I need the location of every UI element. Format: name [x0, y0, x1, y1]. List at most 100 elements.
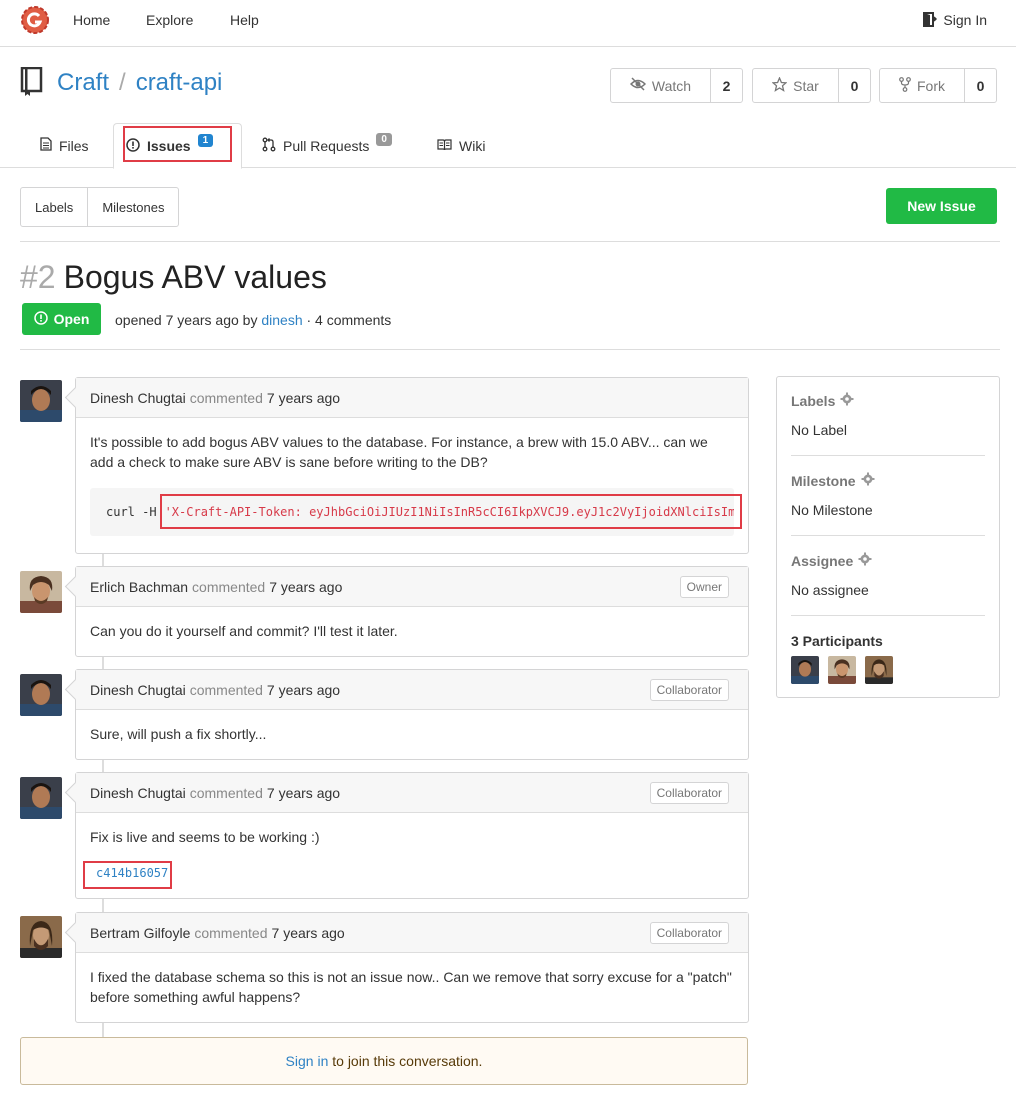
comment-header: Erlich Bachman commented 7 years ago Own… — [76, 567, 748, 607]
file-text-icon — [40, 137, 52, 154]
milestone-title: Milestone — [791, 472, 856, 489]
comment-verb: commented — [192, 578, 266, 595]
gear-icon[interactable] — [840, 392, 854, 409]
avatar-erlich[interactable] — [20, 571, 62, 613]
comment-4: Dinesh Chugtai commented 7 years ago Col… — [75, 772, 749, 899]
issue-state-label: Open — [53, 311, 90, 327]
milestone-section: Milestone No Milestone — [791, 472, 985, 518]
role-label: Collaborator — [649, 922, 729, 944]
comment-timestamp[interactable]: 7 years ago — [267, 785, 340, 801]
tab-files-label: Files — [59, 137, 89, 154]
tab-wiki[interactable]: Wiki — [437, 123, 485, 168]
star-button-group: Star 0 — [752, 68, 871, 103]
divider — [791, 455, 985, 456]
fork-button[interactable]: Fork — [880, 69, 965, 102]
tab-files[interactable]: Files — [40, 123, 89, 168]
comment-timestamp[interactable]: 7 years ago — [272, 925, 345, 941]
nav-help[interactable]: Help — [230, 12, 259, 28]
comment-timestamp[interactable]: 7 years ago — [269, 579, 342, 595]
watch-count[interactable]: 2 — [711, 69, 742, 102]
comment-author[interactable]: Dinesh Chugtai — [90, 682, 186, 698]
comment-header: Dinesh Chugtai commented 7 years ago Col… — [76, 773, 748, 813]
sign-in-link[interactable]: Sign In — [923, 12, 987, 30]
role-label: Collaborator — [649, 679, 729, 701]
token-highlight — [160, 494, 742, 529]
milestones-button[interactable]: Milestones — [87, 188, 178, 226]
divider — [20, 241, 1000, 242]
comment-author[interactable]: Dinesh Chugtai — [90, 785, 186, 801]
avatar-dinesh[interactable] — [20, 777, 62, 819]
issues-tab-highlight — [123, 126, 232, 162]
git-pull-request-icon — [262, 137, 276, 155]
avatar-dinesh[interactable] — [20, 380, 62, 422]
avatar-gilfoyle[interactable] — [20, 916, 62, 958]
nav-home[interactable]: Home — [73, 12, 110, 28]
comment-3: Dinesh Chugtai commented 7 years ago Col… — [75, 669, 749, 760]
comment-text: I fixed the database schema so this is n… — [90, 969, 732, 1005]
commit-highlight — [83, 861, 172, 889]
star-icon — [771, 75, 788, 95]
issue-title-text: Bogus ABV values — [63, 259, 327, 295]
comment-body: I fixed the database schema so this is n… — [76, 953, 748, 1021]
comment-header: Dinesh Chugtai commented 7 years ago Col… — [76, 670, 748, 710]
comment-body: Can you do it yourself and commit? I'll … — [76, 607, 748, 655]
participant-avatar-gilfoyle[interactable] — [865, 656, 893, 684]
issue-meta: opened 7 years ago by dinesh · 4 comment… — [115, 312, 391, 328]
fork-count[interactable]: 0 — [965, 69, 996, 102]
book-icon — [437, 138, 452, 154]
star-count[interactable]: 0 — [839, 69, 870, 102]
repo-title: Craft / craft-api — [57, 69, 222, 97]
watch-button[interactable]: Watch — [611, 69, 711, 102]
role-label: Owner — [679, 576, 729, 598]
tab-pull-requests[interactable]: Pull Requests 0 — [262, 123, 392, 168]
avatar-dinesh[interactable] — [20, 674, 62, 716]
comment-author[interactable]: Bertram Gilfoyle — [90, 925, 190, 941]
repo-name-link[interactable]: craft-api — [136, 69, 223, 96]
role-label: Collaborator — [649, 782, 729, 804]
issue-opened-icon — [33, 310, 48, 328]
comment-body: It's possible to add bogus ABV values to… — [76, 418, 748, 550]
comment-verb: commented — [189, 389, 263, 406]
star-button[interactable]: Star — [753, 69, 839, 102]
issue-number: #2 — [20, 259, 56, 295]
repo-owner-link[interactable]: Craft — [57, 69, 109, 96]
assignee-value: No assignee — [791, 582, 869, 598]
issue-author-link[interactable]: dinesh — [261, 312, 302, 328]
comment-header: Dinesh Chugtai commented 7 years ago — [76, 378, 748, 418]
sign-in-label: Sign In — [943, 12, 987, 28]
nav-explore[interactable]: Explore — [146, 12, 193, 28]
comment-text: Can you do it yourself and commit? I'll … — [90, 623, 398, 639]
watch-button-group: Watch 2 — [610, 68, 743, 103]
gear-icon[interactable] — [858, 552, 872, 569]
issues-submenu: Labels Milestones — [20, 187, 180, 227]
new-issue-button[interactable]: New Issue — [886, 188, 997, 224]
gogs-logo-icon[interactable] — [20, 5, 50, 35]
comment-timestamp[interactable]: 7 years ago — [267, 682, 340, 698]
comment-author[interactable]: Dinesh Chugtai — [90, 390, 186, 406]
labels-button[interactable]: Labels — [21, 188, 87, 226]
comment-author[interactable]: Erlich Bachman — [90, 579, 188, 595]
fork-label: Fork — [917, 77, 945, 94]
assignee-title: Assignee — [791, 552, 854, 569]
comment-text: It's possible to add bogus ABV values to… — [90, 434, 708, 470]
fork-button-group: Fork 0 — [879, 68, 997, 103]
watch-label: Watch — [651, 77, 692, 94]
comment-timestamp[interactable]: 7 years ago — [267, 390, 340, 406]
participant-avatar-dinesh[interactable] — [791, 656, 819, 684]
comment-header: Bertram Gilfoyle commented 7 years ago C… — [76, 913, 748, 953]
comment-5: Bertram Gilfoyle commented 7 years ago C… — [75, 912, 749, 1023]
sign-in-to-comment-bar: Sign in to join this conversation. — [20, 1037, 748, 1085]
eye-slash-icon — [629, 77, 646, 94]
labels-title: Labels — [791, 392, 836, 409]
divider — [791, 615, 985, 616]
pull-requests-count-badge: 0 — [376, 133, 392, 146]
participant-avatar-erlich[interactable] — [828, 656, 856, 684]
comment-text: Sure, will push a fix shortly... — [90, 726, 267, 742]
participants-section: 3 Participants — [791, 633, 985, 684]
code-command: curl -H — [106, 505, 157, 519]
sign-in-link[interactable]: Sign in — [286, 1053, 329, 1069]
gear-icon[interactable] — [861, 472, 875, 489]
divider — [20, 349, 1000, 350]
comment-verb: commented — [189, 681, 263, 698]
tab-pull-requests-label: Pull Requests — [283, 137, 370, 154]
